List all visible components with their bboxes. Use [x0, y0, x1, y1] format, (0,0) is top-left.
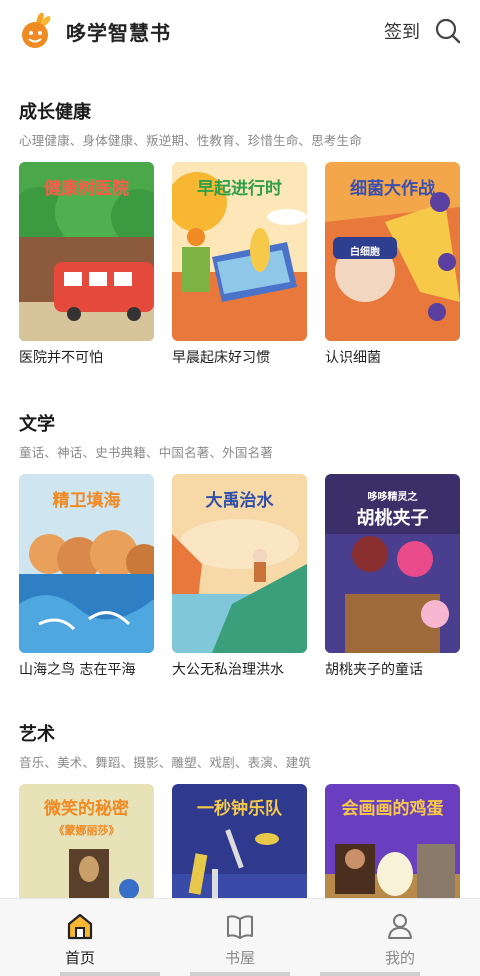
home-indicator — [320, 972, 420, 976]
book-card[interactable]: 会画画的鸡蛋 — [325, 784, 460, 898]
tab-label: 首页 — [64, 949, 95, 967]
user-icon — [388, 914, 412, 939]
book-cover: 早起进行时 — [172, 162, 307, 341]
book-card[interactable]: 微笑的秘密 《蒙娜丽莎》 — [19, 784, 154, 898]
tab-label: 我的 — [384, 949, 415, 967]
tab-home[interactable]: 首页 — [0, 899, 160, 976]
book-cover: 一秒钟乐队 — [172, 784, 307, 898]
home-indicator — [60, 972, 160, 976]
section-literature: 文学 童话、神话、史书典籍、中国名著、外国名著 精卫填海 山海之鸟 志在平海 大… — [19, 410, 464, 678]
tab-bookhouse[interactable]: 书屋 — [160, 899, 320, 976]
cover-subtitle: 《蒙娜丽莎》 — [53, 824, 120, 837]
book-title: 大公无私治理洪水 — [172, 662, 284, 678]
book-card[interactable]: 细菌大作战 白细胞 认识细菌 — [325, 162, 460, 367]
cover-badge: 白细胞 — [350, 247, 380, 258]
app-header: 哆学智慧书 签到 — [0, 0, 480, 62]
cover-text: 精卫填海 — [52, 491, 121, 511]
book-icon — [227, 915, 253, 939]
book-cover: 微笑的秘密 《蒙娜丽莎》 — [19, 784, 154, 898]
book-cover: 大禹治水 — [172, 474, 307, 653]
section-title: 文学 — [19, 414, 55, 435]
book-title: 认识细菌 — [325, 350, 381, 366]
checkin-button[interactable]: 签到 — [384, 18, 420, 44]
book-cover: 健康树医院 — [19, 162, 154, 341]
book-cover: 细菌大作战 白细胞 — [325, 162, 460, 341]
bottom-tab-bar: 首页 书屋 我的 — [0, 898, 480, 976]
book-card[interactable]: 早起进行时 早晨起床好习惯 — [172, 162, 307, 367]
section-subtitle: 童话、神话、史书典籍、中国名著、外国名著 — [19, 445, 274, 460]
section-subtitle: 音乐、美术、舞蹈、摄影、雕塑、戏剧、表演、建筑 — [19, 755, 312, 770]
section-title: 成长健康 — [19, 102, 91, 123]
cover-text: 会画画的鸡蛋 — [341, 799, 444, 819]
home-icon — [67, 913, 93, 940]
search-icon[interactable] — [434, 17, 462, 45]
book-title: 山海之鸟 志在平海 — [19, 662, 136, 678]
tab-label: 书屋 — [224, 949, 255, 967]
cover-text: 胡桃夹子 — [356, 508, 429, 529]
cover-text: 一秒钟乐队 — [197, 799, 282, 819]
cover-text: 大禹治水 — [205, 491, 274, 511]
book-card[interactable]: 哆哆精灵之 胡桃夹子 胡桃夹子的童话 — [325, 474, 460, 679]
section-title: 艺术 — [19, 724, 55, 745]
home-feed[interactable]: 成长健康 心理健康、身体健康、叛逆期、性教育、珍惜生命、思考生命 健康树医院 医… — [0, 62, 480, 898]
book-card[interactable]: 一秒钟乐队 — [172, 784, 307, 898]
book-cover: 哆哆精灵之 胡桃夹子 — [325, 474, 460, 653]
app-title: 哆学智慧书 — [66, 20, 171, 45]
book-card[interactable]: 精卫填海 山海之鸟 志在平海 — [19, 474, 154, 679]
book-card[interactable]: 大禹治水 大公无私治理洪水 — [172, 474, 307, 679]
cover-badge: 哆哆精灵之 — [367, 492, 418, 503]
home-indicator — [190, 972, 290, 976]
book-title: 医院并不可怕 — [19, 350, 103, 366]
cover-text: 健康树医院 — [44, 179, 129, 199]
cover-text: 早起进行时 — [197, 179, 282, 199]
section-art: 艺术 音乐、美术、舞蹈、摄影、雕塑、戏剧、表演、建筑 微笑的秘密 《蒙娜丽莎》 — [19, 720, 464, 898]
book-cover: 精卫填海 — [19, 474, 154, 653]
section-subtitle: 心理健康、身体健康、叛逆期、性教育、珍惜生命、思考生命 — [19, 133, 362, 148]
cover-text: 微笑的秘密 — [44, 799, 129, 819]
section-growth-health: 成长健康 心理健康、身体健康、叛逆期、性教育、珍惜生命、思考生命 健康树医院 医… — [19, 98, 464, 366]
rabbit-logo-icon — [18, 12, 54, 49]
tab-profile[interactable]: 我的 — [320, 899, 480, 976]
book-title: 早晨起床好习惯 — [172, 350, 270, 366]
book-title: 胡桃夹子的童话 — [325, 662, 423, 678]
book-cover: 会画画的鸡蛋 — [325, 784, 460, 898]
book-card[interactable]: 健康树医院 医院并不可怕 — [19, 162, 154, 367]
cover-text: 细菌大作战 — [350, 179, 435, 199]
